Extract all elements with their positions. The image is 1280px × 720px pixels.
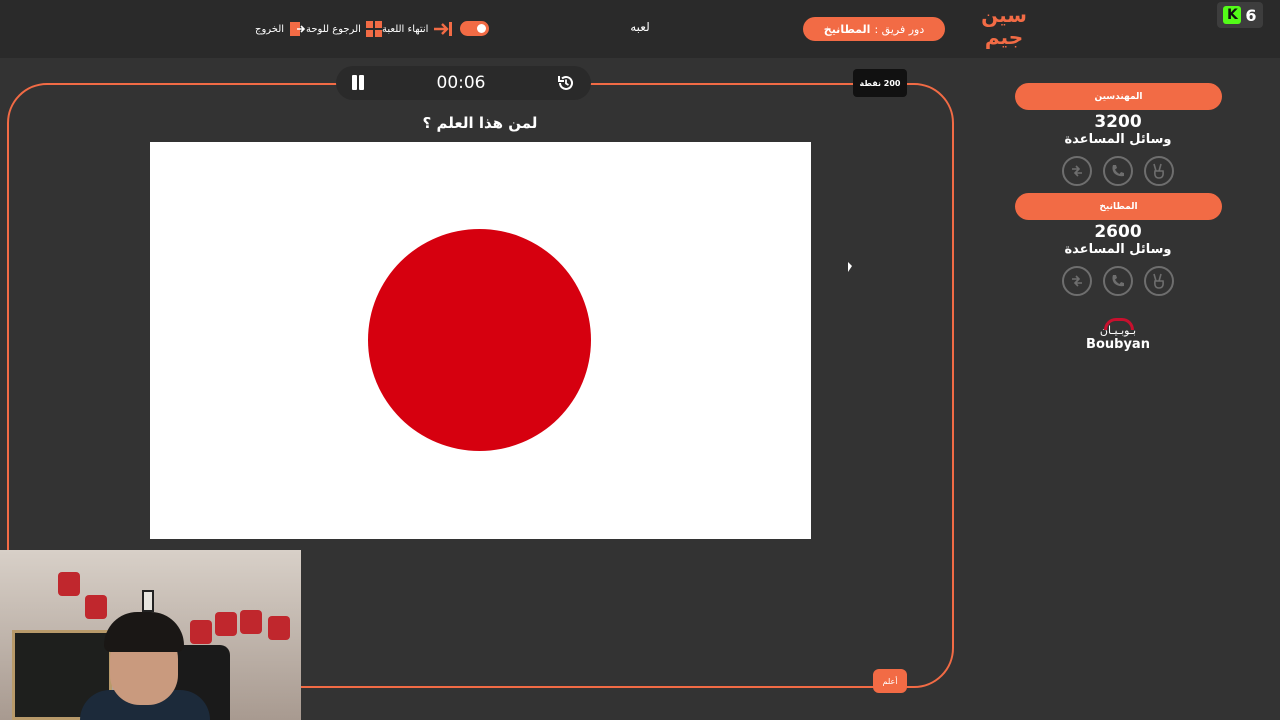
back-to-board-label: الرجوع للوحة [306, 23, 361, 35]
team1-two-answers-aid-button[interactable] [1144, 156, 1174, 186]
team-turn-indicator: دور فريق : المطانيخ [803, 17, 945, 41]
webcam-decoration [85, 595, 107, 619]
team2-aids-label: وسائل المساعدة [1064, 242, 1172, 257]
reset-timer-icon[interactable] [556, 73, 576, 93]
two-fingers-icon [1153, 273, 1164, 289]
swap-icon [1072, 165, 1082, 177]
end-game-label: انتهاء اللعبة [382, 23, 429, 35]
team1-call-aid-button[interactable] [1103, 156, 1133, 186]
settings-toggle[interactable] [460, 21, 489, 36]
team2-name: المطانيخ [1015, 193, 1222, 220]
logo-line1: سين [981, 3, 1027, 27]
webcam-overlay [0, 550, 301, 720]
question-text: لمن هذا العلم ؟ [422, 114, 538, 132]
grid-icon [365, 21, 382, 37]
exit-door-icon [290, 22, 306, 36]
logo-line2: جيم [984, 25, 1024, 49]
end-game-button[interactable]: انتهاء اللعبة [382, 19, 453, 39]
exit-label: الخروج [255, 23, 285, 35]
viewer-count: 6 [1245, 5, 1257, 25]
team2-score: 2600 [1094, 222, 1142, 242]
game-name: لعبه [630, 20, 650, 34]
team1-name: المهندسين [1015, 83, 1222, 110]
flag-image [150, 142, 811, 539]
team1-swap-aid-button[interactable] [1062, 156, 1092, 186]
turn-team-name: المطانيخ [823, 22, 871, 36]
kick-viewer-badge: K 6 [1217, 2, 1263, 28]
back-to-board-button[interactable]: الرجوع للوحة [306, 19, 382, 39]
webcam-lantern [142, 590, 154, 612]
sponsor-logo: بـوبـيـان Boubyan [1080, 316, 1156, 360]
top-bar: الخروج الرجوع للوحة انتهاء اللعبة لعبه د… [0, 0, 1280, 58]
team2-swap-aid-button[interactable] [1062, 266, 1092, 296]
team1-aids-label: وسائل المساعدة [1064, 132, 1172, 147]
exit-button[interactable]: الخروج [255, 19, 306, 39]
answer-button[interactable]: أعلم [873, 669, 907, 693]
swap-icon [1072, 275, 1082, 287]
kick-logo-icon: K [1223, 6, 1242, 24]
webcam-decoration [240, 610, 262, 634]
timer-display: 00:06 [436, 73, 486, 93]
two-fingers-icon [1153, 163, 1164, 179]
app-logo: سين جيم [978, 4, 1030, 54]
team2-two-answers-aid-button[interactable] [1144, 266, 1174, 296]
phone-icon [1112, 165, 1124, 177]
webcam-decoration [58, 572, 80, 596]
webcam-decoration [215, 612, 237, 636]
turn-prefix: دور فريق : [874, 22, 925, 36]
sponsor-arc-icon [1104, 318, 1134, 330]
flag-red-circle [368, 229, 591, 451]
phone-icon [1112, 275, 1124, 287]
webcam-decoration [190, 620, 212, 644]
points-badge: 200 نقطة [853, 69, 907, 97]
team2-call-aid-button[interactable] [1103, 266, 1133, 296]
webcam-decoration [268, 616, 290, 640]
team1-score: 3200 [1094, 112, 1142, 132]
pause-button[interactable] [350, 74, 366, 92]
sponsor-english: Boubyan [1086, 337, 1150, 352]
arrow-to-line-icon [434, 22, 453, 36]
timer-bar: 00:06 [336, 66, 591, 100]
mouse-cursor-icon [848, 262, 852, 272]
